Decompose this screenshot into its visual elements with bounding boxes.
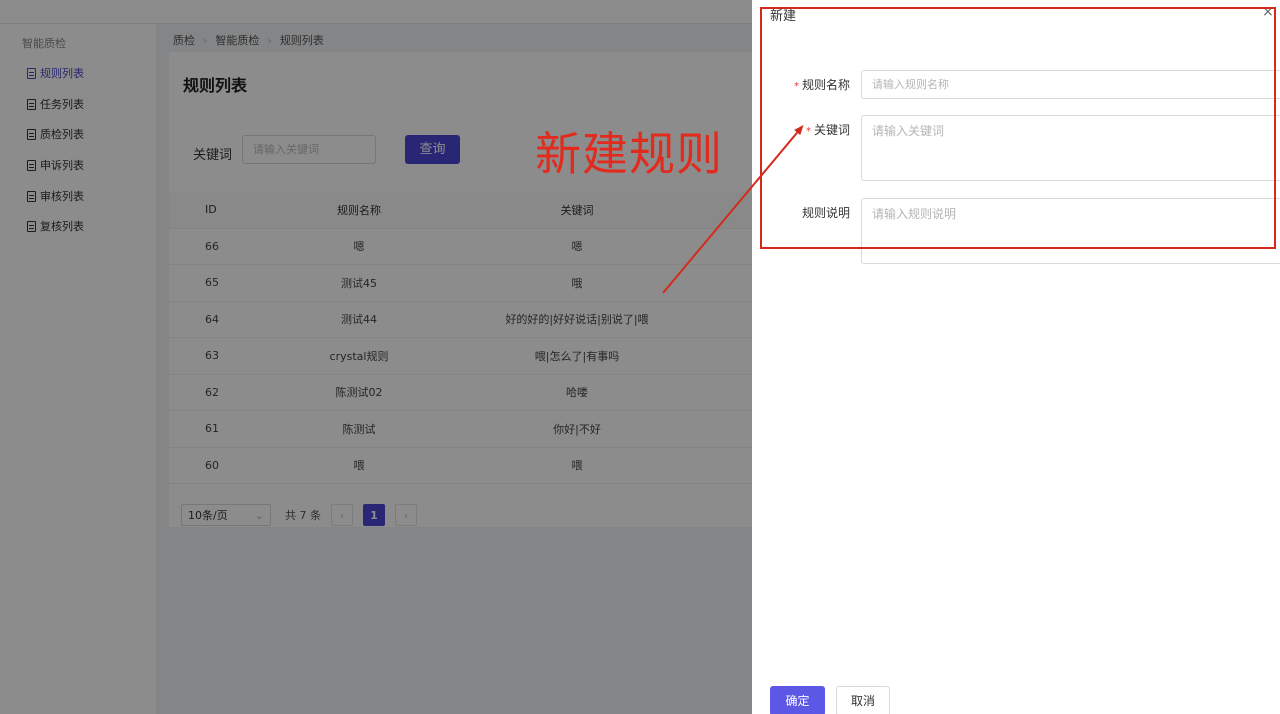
- keyword-field-label: * 关键词: [760, 121, 850, 138]
- rule-description-textarea[interactable]: 请输入规则说明: [861, 198, 1280, 264]
- cancel-button[interactable]: 取消: [836, 686, 890, 714]
- modal-overlay[interactable]: [0, 0, 752, 714]
- rule-name-label: * 规则名称: [760, 76, 850, 93]
- required-mark: *: [805, 126, 811, 137]
- rule-description-label: 规则说明: [801, 206, 850, 220]
- rule-name-input[interactable]: 请输入规则名称: [861, 70, 1280, 99]
- annotation-label: 新建规则: [535, 127, 723, 181]
- rule-name-label-text: 规则名称: [801, 78, 850, 92]
- keyword-textarea[interactable]: 请输入关键词: [861, 115, 1280, 181]
- required-mark: *: [793, 81, 799, 92]
- close-icon[interactable]: ×: [1262, 4, 1274, 20]
- new-rule-drawer: 新建 × * 规则名称 请输入规则名称 * 关键词 请输入关键词 规则说明 请输入规…: [752, 0, 1280, 714]
- confirm-button[interactable]: 确定: [770, 686, 825, 714]
- keyword-field-label-text: 关键词: [813, 123, 850, 137]
- drawer-title: 新建: [770, 9, 797, 24]
